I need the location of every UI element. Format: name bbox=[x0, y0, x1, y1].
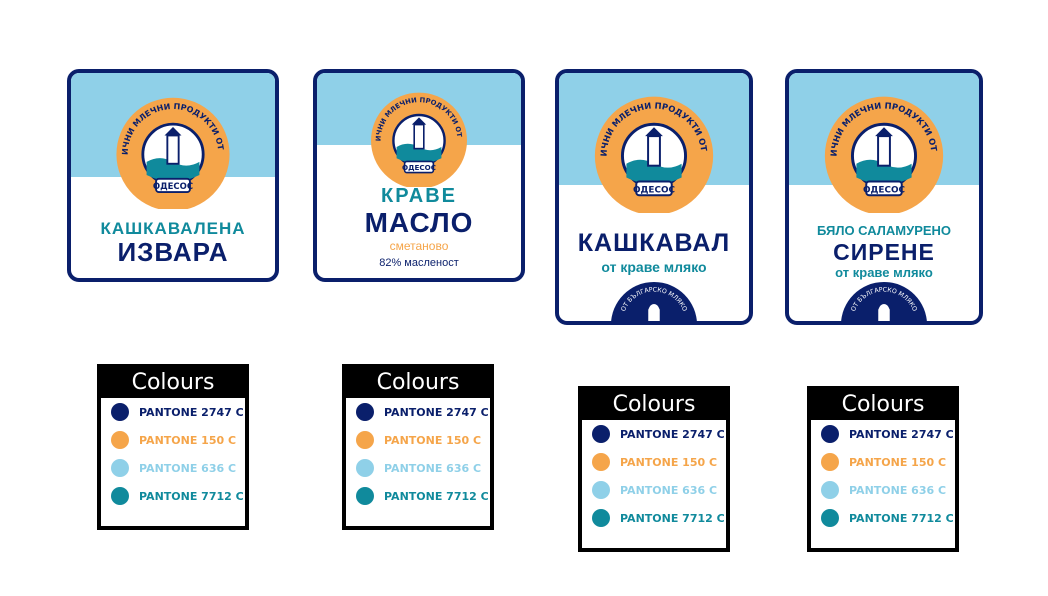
label-kashkavalena-izvara: АВТЕНТИЧНИ МЛЕЧНИ ПРОДУКТИ ОТ ИЗВОРА ОДЕ… bbox=[67, 69, 279, 282]
product-line-2: ИЗВАРА bbox=[117, 237, 229, 267]
colours-panel-2: Colours PANTONE 2747 C PANTONE 150 C PAN… bbox=[342, 364, 494, 530]
swatch-row: PANTONE 7712 C bbox=[101, 482, 245, 510]
swatch-dot bbox=[111, 487, 129, 505]
colours-panel-4: Colours PANTONE 2747 C PANTONE 150 C PAN… bbox=[807, 386, 959, 552]
swatch-label: PANTONE 7712 C bbox=[139, 489, 244, 503]
milk-jug-icon bbox=[648, 303, 660, 321]
product-line-4: 82% масленост bbox=[379, 257, 459, 269]
odesos-lighthouse-emblem: АВТЕНТИЧНИ МЛЕЧНИ ПРОДУКТИ ОТ ИЗВОРА ОДЕ… bbox=[363, 75, 467, 187]
swatch-row: PANTONE 2747 C bbox=[346, 398, 490, 426]
product-line-3: сметаново bbox=[389, 239, 449, 253]
colours-title: Colours bbox=[346, 368, 490, 398]
label-kashkaval: АВТЕНТИЧНИ МЛЕЧНИ ПРОДУКТИ ОТ ИЗВОРА ОДЕ… bbox=[555, 69, 753, 325]
swatch-row: PANTONE 2747 C bbox=[811, 420, 955, 448]
swatch-dot bbox=[821, 425, 839, 443]
emblem-brand-name: ОДЕСОС bbox=[153, 181, 193, 191]
swatch-label: PANTONE 150 C bbox=[849, 455, 947, 469]
swatch-dot bbox=[821, 509, 839, 527]
product-line-1: КРАВЕ bbox=[380, 185, 457, 207]
odesos-lighthouse-emblem: АВТЕНТИЧНИ МЛЕЧНИ ПРОДУКТИ ОТ ИЗВОРА ОДЕ… bbox=[107, 77, 230, 209]
swatch-dot bbox=[356, 431, 374, 449]
origin-badge: ОТ БЪЛГАРСКО МЛЯКО bbox=[841, 282, 927, 321]
swatch-label: PANTONE 2747 C bbox=[139, 405, 244, 419]
milk-jug-icon bbox=[878, 303, 890, 321]
swatch-row: PANTONE 636 C bbox=[101, 454, 245, 482]
swatch-dot bbox=[111, 459, 129, 477]
origin-badge: ОТ БЪЛГАРСКО МЛЯКО bbox=[611, 282, 697, 321]
swatch-dot bbox=[356, 487, 374, 505]
swatch-label: PANTONE 150 C bbox=[620, 455, 718, 469]
colours-title: Colours bbox=[101, 368, 245, 398]
product-line-1: КАШКАВАЛ bbox=[577, 229, 731, 257]
swatch-label: PANTONE 2747 C bbox=[849, 427, 954, 441]
swatch-row: PANTONE 7712 C bbox=[811, 504, 955, 532]
swatch-label: PANTONE 150 C bbox=[384, 433, 482, 447]
label-krave-maslo: АВТЕНТИЧНИ МЛЕЧНИ ПРОДУКТИ ОТ ИЗВОРА ОДЕ… bbox=[313, 69, 525, 282]
swatch-dot bbox=[356, 459, 374, 477]
colours-title: Colours bbox=[582, 390, 726, 420]
emblem-brand-name: ОДЕСОС bbox=[633, 185, 675, 195]
swatch-label: PANTONE 636 C bbox=[849, 483, 947, 497]
colours-panel-1: Colours PANTONE 2747 C PANTONE 150 C PAN… bbox=[97, 364, 249, 530]
swatch-label: PANTONE 2747 C bbox=[384, 405, 489, 419]
product-line-1: КАШКАВАЛЕНА bbox=[100, 219, 246, 238]
swatch-row: PANTONE 7712 C bbox=[346, 482, 490, 510]
swatch-row: PANTONE 150 C bbox=[346, 426, 490, 454]
swatch-dot bbox=[821, 481, 839, 499]
swatch-dot bbox=[592, 509, 610, 527]
swatch-row: PANTONE 2747 C bbox=[582, 420, 726, 448]
odesos-lighthouse-emblem: АВТЕНТИЧНИ МЛЕЧНИ ПРОДУКТИ ОТ ИЗВОРА ОДЕ… bbox=[815, 75, 944, 213]
product-line-2: МАСЛО bbox=[364, 207, 474, 238]
swatch-label: PANTONE 636 C bbox=[620, 483, 718, 497]
swatch-row: PANTONE 150 C bbox=[101, 426, 245, 454]
swatch-label: PANTONE 7712 C bbox=[384, 489, 489, 503]
swatch-dot bbox=[592, 425, 610, 443]
swatch-label: PANTONE 150 C bbox=[139, 433, 237, 447]
product-line-2: от краве мляко bbox=[601, 259, 707, 275]
swatch-dot bbox=[111, 403, 129, 421]
swatch-dot bbox=[356, 403, 374, 421]
swatch-label: PANTONE 636 C bbox=[384, 461, 482, 475]
swatch-label: PANTONE 7712 C bbox=[849, 511, 954, 525]
emblem-brand-name: ОДЕСОС bbox=[402, 163, 436, 172]
swatch-label: PANTONE 7712 C bbox=[620, 511, 725, 525]
swatch-dot bbox=[111, 431, 129, 449]
swatch-row: PANTONE 636 C bbox=[811, 476, 955, 504]
swatch-dot bbox=[592, 453, 610, 471]
label-byalo-salamureno-sirene: АВТЕНТИЧНИ МЛЕЧНИ ПРОДУКТИ ОТ ИЗВОРА ОДЕ… bbox=[785, 69, 983, 325]
swatch-dot bbox=[821, 453, 839, 471]
product-line-1: БЯЛО САЛАМУРЕНО bbox=[816, 223, 952, 238]
emblem-brand-name: ОДЕСОС bbox=[863, 185, 905, 195]
swatch-dot bbox=[592, 481, 610, 499]
product-line-2: СИРЕНЕ bbox=[833, 239, 935, 265]
swatch-label: PANTONE 636 C bbox=[139, 461, 237, 475]
swatch-row: PANTONE 150 C bbox=[582, 448, 726, 476]
swatch-label: PANTONE 2747 C bbox=[620, 427, 725, 441]
product-line-3: от краве мляко bbox=[835, 265, 933, 280]
swatch-row: PANTONE 636 C bbox=[582, 476, 726, 504]
colours-title: Colours bbox=[811, 390, 955, 420]
swatch-row: PANTONE 150 C bbox=[811, 448, 955, 476]
swatch-row: PANTONE 7712 C bbox=[582, 504, 726, 532]
swatch-row: PANTONE 636 C bbox=[346, 454, 490, 482]
swatch-row: PANTONE 2747 C bbox=[101, 398, 245, 426]
colours-panel-3: Colours PANTONE 2747 C PANTONE 150 C PAN… bbox=[578, 386, 730, 552]
odesos-lighthouse-emblem: АВТЕНТИЧНИ МЛЕЧНИ ПРОДУКТИ ОТ ИЗВОРА ОДЕ… bbox=[585, 75, 714, 213]
